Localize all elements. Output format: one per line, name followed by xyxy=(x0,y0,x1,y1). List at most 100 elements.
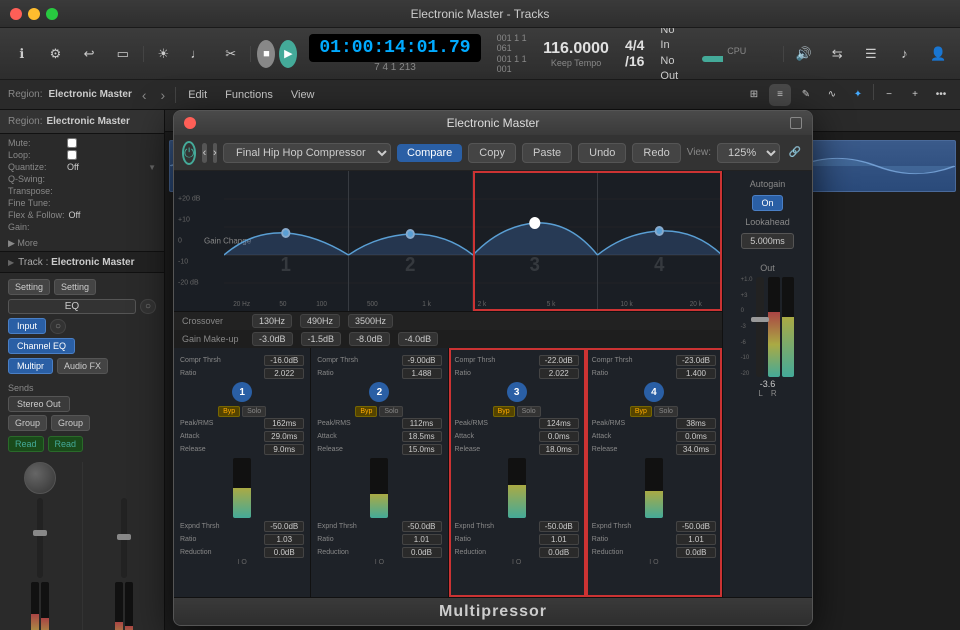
settings-button[interactable]: ⚙ xyxy=(42,40,70,68)
byp-button-4[interactable]: Byp xyxy=(630,406,652,417)
redo-button[interactable]: Redo xyxy=(632,143,680,163)
gain-val-1[interactable]: -3.0dB xyxy=(252,332,293,346)
gain-val-4[interactable]: -4.0dB xyxy=(398,332,439,346)
undo-button[interactable]: Undo xyxy=(578,143,626,163)
exp-ratio-val-2[interactable]: 1.01 xyxy=(402,534,442,545)
link-button[interactable]: 🔗 xyxy=(786,144,804,162)
solo-button-2[interactable]: Solo xyxy=(379,406,403,417)
stop-button[interactable]: ■ xyxy=(257,40,275,68)
power-button[interactable]: ⏻ xyxy=(182,141,196,165)
expnd-thrsh-val-2[interactable]: -50.0dB xyxy=(402,521,442,532)
attack-val-2[interactable]: 18.5ms xyxy=(402,431,442,442)
peak-rms-val-1[interactable]: 162ms xyxy=(264,418,304,429)
reduction-val-1[interactable]: 0.0dB xyxy=(264,547,304,558)
attack-val-4[interactable]: 0.0ms xyxy=(676,431,716,442)
reduction-val-4[interactable]: 0.0dB xyxy=(676,547,716,558)
edit-tool-button[interactable]: ✎ xyxy=(795,84,817,106)
crossover-val-3[interactable]: 3500Hz xyxy=(348,314,393,328)
peak-rms-val-3[interactable]: 124ms xyxy=(539,418,579,429)
exp-ratio-val-3[interactable]: 1.01 xyxy=(539,534,579,545)
solo-button-3[interactable]: Solo xyxy=(517,406,541,417)
group1-button[interactable]: Group xyxy=(8,415,47,431)
exp-ratio-val-4[interactable]: 1.01 xyxy=(676,534,716,545)
smart-tool-button[interactable]: ✦ xyxy=(847,84,869,106)
ratio-val-2[interactable]: 1.488 xyxy=(402,368,442,379)
out-fader-thumb[interactable] xyxy=(751,317,769,322)
audiofx-button[interactable]: Audio FX xyxy=(57,358,108,374)
expnd-thrsh-val-1[interactable]: -50.0dB xyxy=(264,521,304,532)
ratio-val-3[interactable]: 2.022 xyxy=(539,368,579,379)
byp-button-2[interactable]: Byp xyxy=(355,406,377,417)
peak-rms-val-2[interactable]: 112ms xyxy=(402,418,442,429)
read1-button[interactable]: Read xyxy=(8,436,44,452)
ratio-val-4[interactable]: 1.400 xyxy=(676,368,716,379)
setting2-button[interactable]: Setting xyxy=(54,279,96,295)
read2-button[interactable]: Read xyxy=(48,436,84,452)
expnd-thrsh-val-3[interactable]: -50.0dB xyxy=(539,521,579,532)
fader-thumb-1[interactable] xyxy=(33,530,47,536)
setting1-button[interactable]: Setting xyxy=(8,279,50,295)
gain-val-2[interactable]: -1.5dB xyxy=(301,332,342,346)
more-button[interactable]: ••• xyxy=(930,84,952,106)
group2-button[interactable]: Group xyxy=(51,415,90,431)
compr-thrsh-val-1[interactable]: -16.0dB xyxy=(264,355,304,366)
window-controls[interactable] xyxy=(10,8,58,20)
person-button[interactable]: 👤 xyxy=(924,40,952,68)
info-button[interactable]: ℹ xyxy=(8,40,36,68)
autogain-on-button[interactable]: On xyxy=(752,195,782,211)
lookahead-value[interactable]: 5.000ms xyxy=(741,233,794,249)
zoom-out-button[interactable]: − xyxy=(878,84,900,106)
copy-button[interactable]: Copy xyxy=(468,143,516,163)
release-val-1[interactable]: 9.0ms xyxy=(264,444,304,455)
crossover-val-2[interactable]: 490Hz xyxy=(300,314,340,328)
plugin-expand-button[interactable] xyxy=(790,117,802,129)
release-val-4[interactable]: 34.0ms xyxy=(676,444,716,455)
maximize-button[interactable] xyxy=(46,8,58,20)
add-track-button[interactable]: + xyxy=(904,84,926,106)
loop-checkbox[interactable] xyxy=(67,150,77,160)
prev-preset-button[interactable]: ‹ xyxy=(202,143,206,163)
view-menu[interactable]: View xyxy=(285,87,321,103)
solo-button-4[interactable]: Solo xyxy=(654,406,678,417)
zoom-select[interactable]: 125% xyxy=(717,143,780,163)
compr-thrsh-val-4[interactable]: -23.0dB xyxy=(676,355,716,366)
reduction-val-2[interactable]: 0.0dB xyxy=(402,547,442,558)
scissor-button[interactable]: ✂ xyxy=(217,40,245,68)
expand-button[interactable]: ⇆ xyxy=(823,40,851,68)
byp-button-3[interactable]: Byp xyxy=(493,406,515,417)
channel-eq-button[interactable]: Channel EQ xyxy=(8,338,75,354)
expnd-thrsh-val-4[interactable]: -50.0dB xyxy=(676,521,716,532)
plugin-close-button[interactable] xyxy=(184,117,196,129)
stereo-out-button[interactable]: Stereo Out xyxy=(8,396,70,412)
refresh-button[interactable]: ↩ xyxy=(75,40,103,68)
window-button[interactable]: ▭ xyxy=(109,40,137,68)
release-val-3[interactable]: 18.0ms xyxy=(539,444,579,455)
peak-rms-val-4[interactable]: 38ms xyxy=(676,418,716,429)
attack-val-3[interactable]: 0.0ms xyxy=(539,431,579,442)
time-display[interactable]: 01:00:14:01.79 xyxy=(309,34,480,62)
list-view-button[interactable]: ≡ xyxy=(769,84,791,106)
grid-view-button[interactable]: ⊞ xyxy=(743,84,765,106)
compr-thrsh-val-2[interactable]: -9.00dB xyxy=(402,355,442,366)
fader-thumb-2[interactable] xyxy=(117,534,131,540)
piano-button[interactable]: ♪ xyxy=(891,40,919,68)
exp-ratio-val-1[interactable]: 1.03 xyxy=(264,534,304,545)
metronome-button[interactable]: ♩ xyxy=(183,40,211,68)
quantize-expand[interactable]: ▼ xyxy=(148,163,156,172)
gain-val-3[interactable]: -8.0dB xyxy=(349,332,390,346)
byp-button-1[interactable]: Byp xyxy=(218,406,240,417)
next-preset-button[interactable]: › xyxy=(213,143,217,163)
pan-knob-1[interactable] xyxy=(24,462,56,494)
paste-button[interactable]: Paste xyxy=(522,143,572,163)
brightness-button[interactable]: ☀ xyxy=(150,40,178,68)
minimize-button[interactable] xyxy=(28,8,40,20)
attack-val-1[interactable]: 29.0ms xyxy=(264,431,304,442)
list-button[interactable]: ☰ xyxy=(857,40,885,68)
curve-tool-button[interactable]: ∿ xyxy=(821,84,843,106)
play-button[interactable]: ▶ xyxy=(279,40,297,68)
compr-thrsh-val-3[interactable]: -22.0dB xyxy=(539,355,579,366)
preset-select[interactable]: Final Hip Hop Compressor xyxy=(223,143,391,163)
close-button[interactable] xyxy=(10,8,22,20)
functions-menu[interactable]: Functions xyxy=(219,87,279,103)
tempo-value[interactable]: 116.0000 xyxy=(543,40,609,58)
